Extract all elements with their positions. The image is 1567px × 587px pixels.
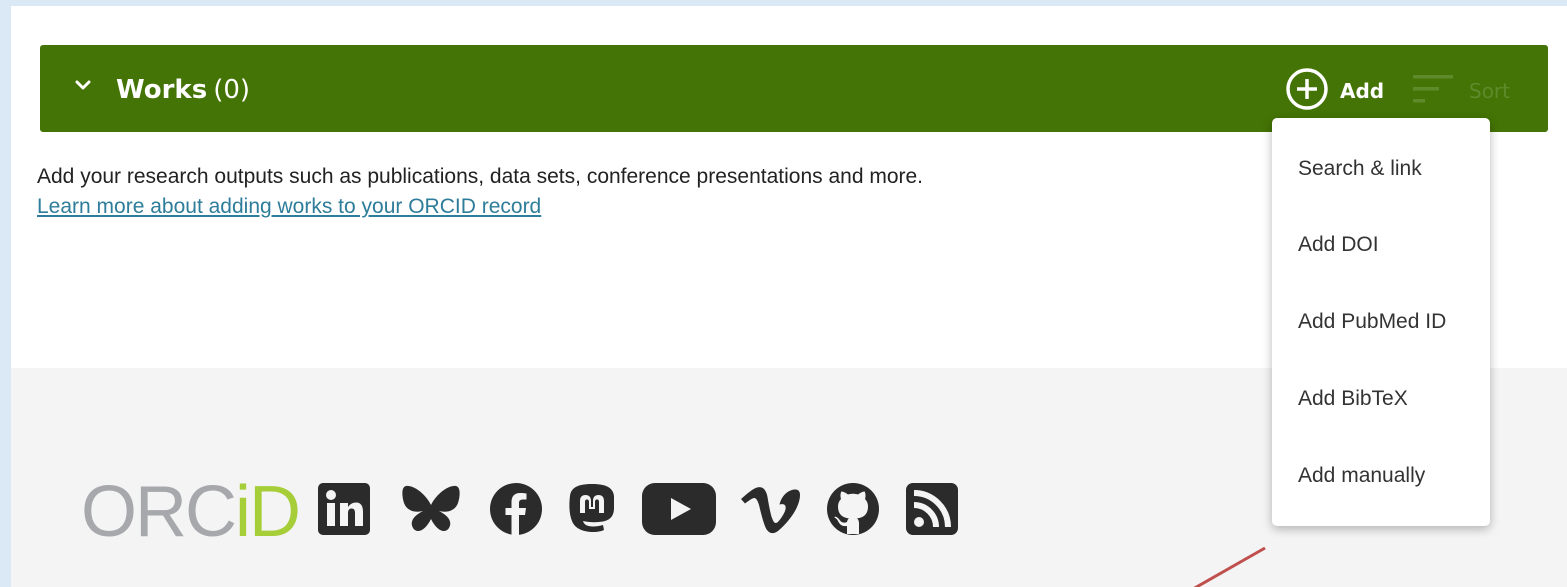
works-intro-text: Add your research outputs such as public… bbox=[37, 165, 924, 188]
facebook-icon[interactable] bbox=[490, 480, 542, 538]
add-button-label: Add bbox=[1340, 79, 1385, 103]
github-icon[interactable] bbox=[826, 480, 880, 538]
youtube-icon[interactable] bbox=[642, 480, 716, 538]
orcid-logo-id: iD bbox=[235, 472, 301, 552]
menu-item-add-pubmed-id[interactable]: Add PubMed ID bbox=[1272, 292, 1490, 352]
main-card: Works (0) Add Sort Add your research outp… bbox=[11, 6, 1567, 587]
chevron-down-icon[interactable] bbox=[74, 78, 92, 92]
vimeo-icon[interactable] bbox=[740, 480, 802, 538]
menu-item-add-manually[interactable]: Add manually bbox=[1272, 446, 1490, 506]
works-intro: Add your research outputs such as public… bbox=[37, 162, 923, 222]
learn-more-link[interactable]: Learn more about adding works to your OR… bbox=[37, 195, 541, 218]
orcid-logo-text: ORC bbox=[81, 472, 237, 552]
sort-button[interactable]: Sort bbox=[1413, 65, 1533, 113]
bluesky-icon[interactable] bbox=[401, 480, 461, 538]
orcid-logo[interactable]: ORCiD bbox=[81, 472, 301, 552]
add-button[interactable]: Add bbox=[1285, 65, 1401, 113]
menu-item-add-doi[interactable]: Add DOI bbox=[1272, 215, 1490, 275]
linkedin-icon[interactable] bbox=[318, 480, 370, 538]
plus-circle-icon bbox=[1286, 68, 1328, 110]
sort-icon bbox=[1413, 75, 1453, 103]
rss-icon[interactable] bbox=[906, 480, 958, 538]
menu-item-search-link[interactable]: Search & link bbox=[1272, 139, 1490, 199]
works-title: Works (0) bbox=[116, 73, 250, 107]
works-count: (0) bbox=[213, 75, 251, 105]
sort-button-label: Sort bbox=[1469, 79, 1510, 103]
works-title-label: Works bbox=[116, 75, 208, 105]
add-works-dropdown-menu: Search & link Add DOI Add PubMed ID Add … bbox=[1272, 118, 1490, 526]
menu-item-add-bibtex[interactable]: Add BibTeX bbox=[1272, 369, 1490, 429]
mastodon-icon[interactable] bbox=[567, 480, 617, 538]
annotation-arrow-icon bbox=[1193, 546, 1266, 587]
